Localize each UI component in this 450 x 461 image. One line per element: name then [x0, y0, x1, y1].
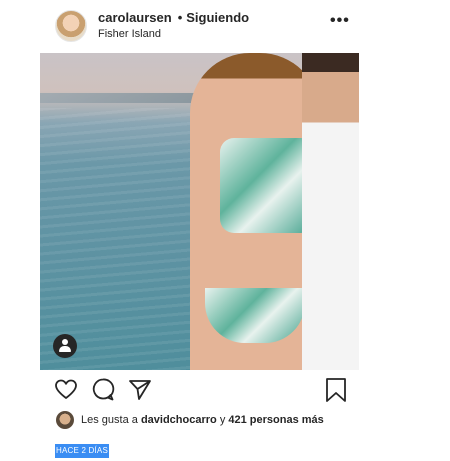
- heart-icon[interactable]: [53, 375, 79, 405]
- post-photo[interactable]: [40, 53, 359, 370]
- user-tag-head: [62, 339, 68, 345]
- separator-dot: •: [177, 10, 183, 25]
- paper-plane-icon[interactable]: [127, 375, 153, 405]
- author-avatar[interactable]: [55, 10, 87, 42]
- comment-icon[interactable]: [90, 375, 116, 405]
- action-bar: [0, 375, 450, 409]
- photo-swimsuit-top: [220, 138, 315, 233]
- likes-others-count[interactable]: 421 personas más: [228, 414, 323, 426]
- tagged-users-icon[interactable]: [53, 334, 77, 358]
- author-username[interactable]: carolaursen: [98, 10, 172, 25]
- user-tag-body: [59, 346, 71, 352]
- post-location[interactable]: Fisher Island: [98, 28, 161, 40]
- post-timestamp[interactable]: HACE 2 DÍAS: [55, 444, 109, 458]
- more-options-button[interactable]: •••: [330, 12, 350, 30]
- author-line: carolaursen • Siguiendo: [98, 10, 249, 25]
- photo-person-man: [302, 53, 359, 370]
- likes-text: Les gusta a davidchocarro y 421 personas…: [81, 414, 324, 426]
- likes-summary: Les gusta a davidchocarro y 421 personas…: [0, 410, 450, 432]
- liker-username[interactable]: davidchocarro: [141, 414, 217, 426]
- follow-status[interactable]: Siguiendo: [186, 10, 249, 25]
- liker-avatar[interactable]: [56, 411, 74, 429]
- likes-connector: y: [219, 414, 226, 426]
- post-header: carolaursen • Siguiendo Fisher Island •••: [0, 0, 450, 52]
- bookmark-icon[interactable]: [323, 375, 349, 405]
- likes-prefix: Les gusta a: [81, 414, 138, 426]
